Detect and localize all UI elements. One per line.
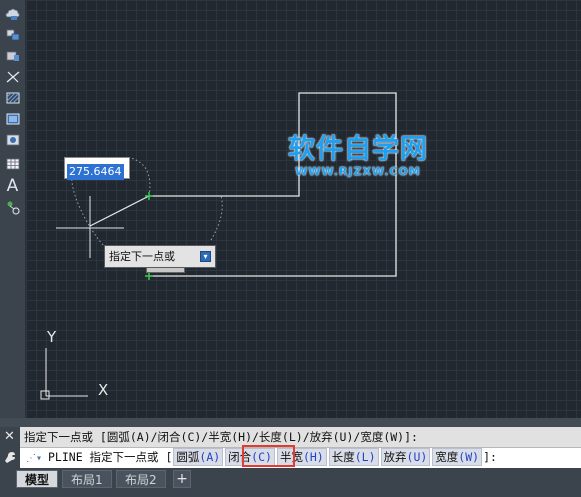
watermark-url: WWW.RJZXW.COM bbox=[295, 165, 421, 178]
make-block-icon[interactable] bbox=[2, 46, 23, 66]
insert-block-icon[interactable] bbox=[2, 25, 23, 45]
command-prompt-icon[interactable]: ⋰▾ bbox=[20, 449, 48, 468]
dynamic-input-value: 275.6464 bbox=[67, 164, 124, 180]
tab-layout1[interactable]: 布局1 bbox=[62, 470, 112, 488]
tab-model[interactable]: 模型 bbox=[16, 470, 59, 488]
drawing-canvas[interactable]: Y X 软件自学网 WWW.RJZXW.COM 275.6464 指定下一点或 … bbox=[26, 0, 581, 418]
rubber-band-line bbox=[89, 195, 150, 227]
dynamic-prompt-tooltip: 指定下一点或 ▾ bbox=[104, 245, 216, 268]
snap-marker-2 bbox=[145, 272, 153, 280]
ucs-icon bbox=[40, 348, 88, 400]
watermark: 软件自学网 WWW.RJZXW.COM bbox=[278, 134, 438, 178]
add-layout-button[interactable]: + bbox=[173, 470, 191, 488]
hatch-icon[interactable] bbox=[2, 88, 23, 108]
gradient-icon[interactable] bbox=[2, 109, 23, 129]
region-icon[interactable] bbox=[2, 130, 23, 150]
command-input-prefix: PLINE 指定下一点或 [ bbox=[48, 450, 173, 464]
draw-toolbar: A bbox=[0, 0, 26, 418]
text-icon-glyph: A bbox=[6, 176, 19, 196]
command-line-grip[interactable] bbox=[0, 418, 581, 427]
cloud-icon[interactable] bbox=[2, 4, 23, 24]
ucs-y-label: Y bbox=[46, 328, 57, 346]
add-selected-icon[interactable] bbox=[2, 198, 23, 218]
tooltip-text: 指定下一点或 bbox=[109, 250, 175, 263]
snap-marker-1 bbox=[145, 192, 153, 200]
line-icon[interactable] bbox=[2, 67, 23, 87]
ucs-x-label: X bbox=[98, 381, 108, 399]
option-width[interactable]: 宽度(W) bbox=[432, 448, 483, 466]
command-input-suffix: ]: bbox=[483, 450, 497, 464]
wrench-icon[interactable] bbox=[4, 449, 16, 468]
option-arc[interactable]: 圆弧(A) bbox=[173, 448, 224, 466]
command-history-line: 指定下一点或 [圆弧(A)/闭合(C)/半宽(H)/长度(L)/放弃(U)/宽度… bbox=[20, 427, 581, 447]
option-length[interactable]: 长度(L) bbox=[328, 448, 379, 466]
close-icon[interactable]: ✕ bbox=[4, 429, 15, 444]
dynamic-input-field[interactable]: 275.6464 bbox=[64, 157, 130, 180]
drawing-geometry: Y X bbox=[40, 92, 397, 400]
text-icon[interactable]: A bbox=[2, 176, 23, 196]
command-line-side: ✕ bbox=[0, 427, 20, 468]
watermark-title: 软件自学网 bbox=[288, 134, 428, 165]
highlight-annotation-box bbox=[242, 445, 295, 467]
autocad-window: A Y X 软件自学网 WWW.RJZXW.COM 275.6464 指定下一点… bbox=[0, 0, 581, 497]
layout-tab-bar: 模型 布局1 布局2 + bbox=[0, 468, 581, 497]
options-down-arrow-icon[interactable]: ▾ bbox=[200, 251, 211, 262]
command-input[interactable]: ⋰▾ PLINE 指定下一点或 [圆弧(A) 闭合(C) 半宽(H) 长度(L) 放弃(U… bbox=[20, 447, 581, 468]
tab-layout2[interactable]: 布局2 bbox=[116, 470, 166, 488]
table-icon[interactable] bbox=[2, 154, 23, 174]
option-undo[interactable]: 放弃(U) bbox=[380, 448, 431, 466]
tooltip-tab bbox=[146, 268, 185, 273]
